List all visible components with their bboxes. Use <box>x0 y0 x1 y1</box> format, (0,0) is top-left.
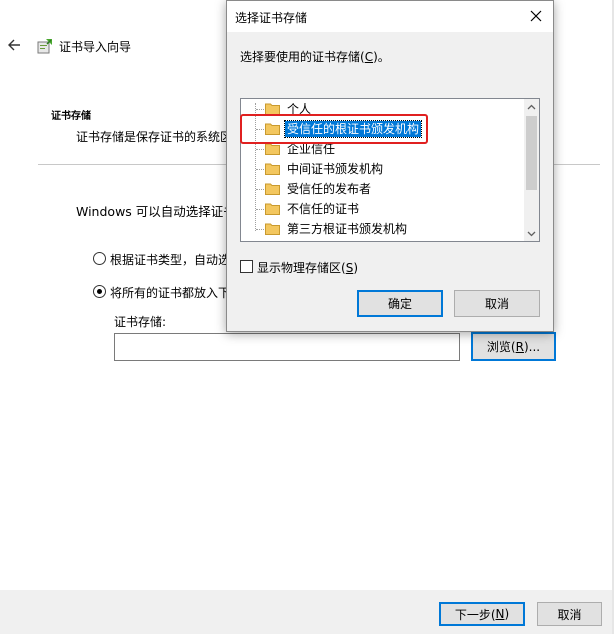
folder-icon <box>265 203 280 215</box>
tree-item-untrusted[interactable]: 不信任的证书 <box>241 199 523 219</box>
tree-item-label: 受信任的根证书颁发机构 <box>283 120 423 138</box>
tree-scrollbar[interactable] <box>524 99 539 241</box>
store-input[interactable] <box>114 333 460 361</box>
folder-icon <box>265 223 280 235</box>
scroll-up-icon[interactable] <box>524 99 539 114</box>
dialog-title: 选择证书存储 <box>235 11 308 25</box>
tree-item-label: 个人 <box>287 102 312 116</box>
radio-auto-select[interactable] <box>93 252 106 265</box>
tree-item-personal[interactable]: 个人 <box>241 99 523 119</box>
browse-accel: R <box>515 339 524 354</box>
select-store-dialog: 选择证书存储 选择要使用的证书存储(C)。 个人 受信任的根证书颁发机构 企业信… <box>226 0 554 332</box>
section-title: 证书存储 <box>51 111 91 122</box>
browse-button[interactable]: 浏览(R)... <box>471 332 556 361</box>
tree-item-trusted-root[interactable]: 受信任的根证书颁发机构 <box>241 119 523 139</box>
next-label-prefix: 下一步( <box>454 607 496 622</box>
prompt-accel: C <box>364 50 374 64</box>
ok-button[interactable]: 确定 <box>357 290 443 317</box>
tree-branch <box>256 149 264 150</box>
tree-item-third-party-root[interactable]: 第三方根证书颁发机构 <box>241 219 523 239</box>
next-accel: N <box>495 607 505 621</box>
tree-branch <box>256 209 264 210</box>
tree-item-label: 不信任的证书 <box>287 202 360 216</box>
folder-icon <box>265 123 280 135</box>
scrollbar-thumb[interactable] <box>526 116 537 190</box>
prompt-prefix: 选择要使用的证书存储( <box>240 50 365 64</box>
wizard-cancel-button[interactable]: 取消 <box>537 602 602 626</box>
radio-auto-label[interactable]: 根据证书类型，自动选 <box>110 251 230 268</box>
show-physical-suffix: ) <box>353 261 358 275</box>
certificate-wizard-icon <box>36 37 54 55</box>
folder-icon <box>265 163 280 175</box>
back-arrow-icon[interactable] <box>6 36 24 54</box>
next-button[interactable]: 下一步(N) <box>439 602 525 626</box>
tree-branch <box>256 129 264 130</box>
folder-icon <box>265 143 280 155</box>
tree-branch <box>256 229 264 230</box>
windows-description: Windows 可以自动选择证书 <box>76 204 236 219</box>
tree-item-enterprise-trust[interactable]: 企业信任 <box>241 139 523 159</box>
tree-branch <box>256 109 264 110</box>
wizard-title: 证书导入向导 <box>59 40 132 54</box>
folder-icon <box>265 183 280 195</box>
dialog-prompt: 选择要使用的证书存储(C)。 <box>240 48 390 65</box>
dialog-titlebar: 选择证书存储 <box>227 1 553 32</box>
browse-label-prefix: 浏览( <box>486 340 516 354</box>
show-physical-prefix: 显示物理存储区( <box>257 261 346 275</box>
tree-item-label: 企业信任 <box>287 142 336 156</box>
show-physical-label[interactable]: 显示物理存储区(S) <box>257 259 358 276</box>
tree-branch <box>256 169 264 170</box>
prompt-suffix: )。 <box>373 50 390 64</box>
tree-item-label: 第三方根证书颁发机构 <box>287 222 408 236</box>
close-icon[interactable] <box>525 6 547 26</box>
tree-item-intermediate-ca[interactable]: 中间证书颁发机构 <box>241 159 523 179</box>
tree-item-trusted-publishers[interactable]: 受信任的发布者 <box>241 179 523 199</box>
tree-item-label: 中间证书颁发机构 <box>287 162 384 176</box>
store-label: 证书存储: <box>114 315 167 329</box>
radio-manual-store[interactable] <box>93 285 106 298</box>
radio-manual-label[interactable]: 将所有的证书都放入下 <box>110 284 230 301</box>
show-physical-checkbox[interactable] <box>240 260 253 273</box>
tree-branch <box>256 189 264 190</box>
store-tree[interactable]: 个人 受信任的根证书颁发机构 企业信任 中间证书颁发机构 受信任的发布者 不信任… <box>240 98 540 242</box>
browse-label-suffix: )... <box>523 339 541 354</box>
section-description: 证书存储是保存证书的系统区 <box>76 130 233 144</box>
scroll-down-icon[interactable] <box>524 226 539 241</box>
folder-icon <box>265 103 280 115</box>
tree-item-label: 受信任的发布者 <box>287 182 372 196</box>
next-label-suffix: ) <box>504 607 510 621</box>
dialog-cancel-button[interactable]: 取消 <box>454 290 540 317</box>
